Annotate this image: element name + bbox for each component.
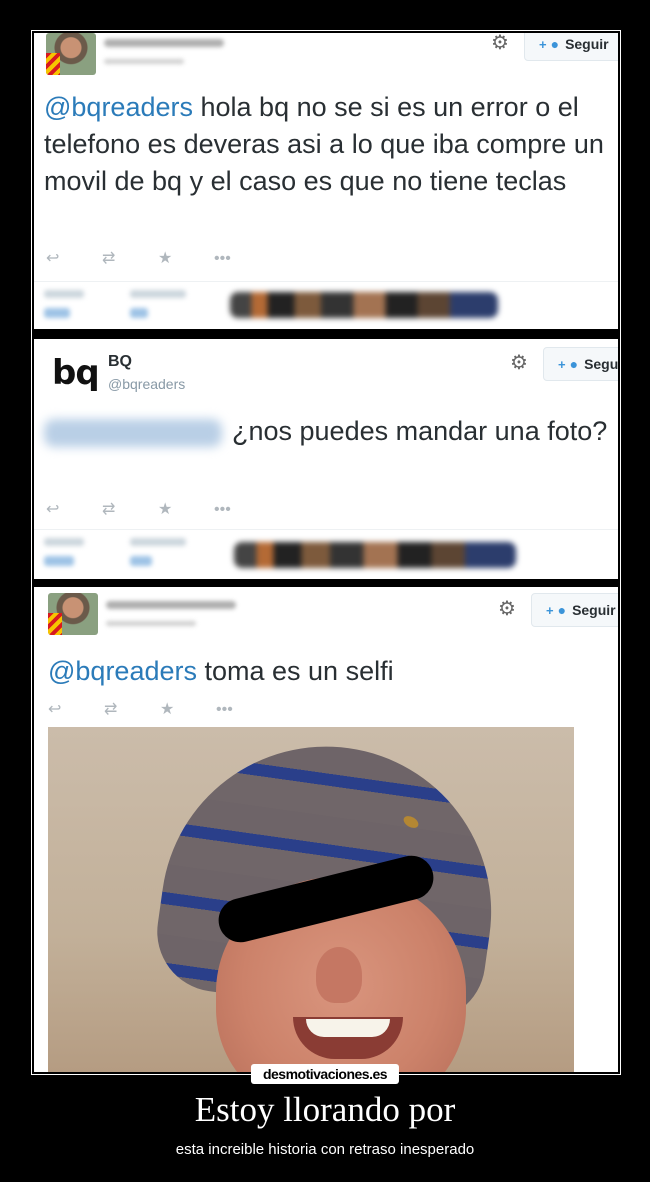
retweet-icon[interactable]: ⇄ <box>102 499 158 519</box>
user-handle[interactable]: @bqreaders <box>108 376 185 392</box>
follow-label: Seguir <box>572 602 616 618</box>
favorite-icon[interactable]: ★ <box>158 248 214 268</box>
user-name[interactable]: BQ <box>108 353 132 371</box>
flag-icon <box>48 613 62 635</box>
blurred-favoriters-avatars <box>234 542 516 568</box>
favorite-icon[interactable]: ★ <box>158 499 214 519</box>
follow-icon: + <box>539 37 547 52</box>
reply-icon[interactable]: ↩ <box>46 248 102 268</box>
tweet-text: @bqreaders hola bq no se si es un error … <box>44 89 612 200</box>
blurred-retweets-label <box>44 290 84 298</box>
blurred-user-name <box>104 39 224 47</box>
bq-logo[interactable]: bq <box>52 353 100 393</box>
follow-button[interactable]: + ● Seguir <box>531 593 618 627</box>
tweet-stats <box>34 281 618 329</box>
follow-label: Segu <box>584 356 618 372</box>
more-icon[interactable]: ••• <box>214 250 270 268</box>
follow-icon: + <box>546 603 554 618</box>
site-logo[interactable]: desmotivaciones.es <box>250 1064 400 1084</box>
flag-icon <box>46 53 60 75</box>
tweet-3: ⚙ + ● Seguir @bqreaders toma es un selfi ↩… <box>34 587 618 1072</box>
tweet-body: toma es un selfi <box>197 656 394 686</box>
tweet-text: ¿nos puedes mandar una foto? <box>44 413 612 450</box>
favorite-icon[interactable]: ★ <box>160 699 216 719</box>
tweet-actions: ↩ ⇄ ★ ••• <box>48 699 272 719</box>
person-icon: ● <box>569 356 579 372</box>
follow-icon: + <box>558 357 566 372</box>
tweet-1: ⚙ + ● Seguir @bqreaders hola bq no se si e… <box>34 33 618 329</box>
gear-icon[interactable]: ⚙ <box>491 33 509 53</box>
user-avatar[interactable] <box>48 593 98 635</box>
follow-label: Seguir <box>565 36 609 52</box>
follow-button[interactable]: + ● Seguir <box>524 33 618 61</box>
selfie-photo[interactable] <box>48 727 574 1072</box>
tweet-actions: ↩ ⇄ ★ ••• <box>46 248 270 268</box>
blurred-user-name <box>106 601 236 609</box>
user-avatar[interactable] <box>46 33 96 75</box>
mention-link[interactable]: @bqreaders <box>44 92 193 122</box>
teeth <box>306 1019 390 1037</box>
more-icon[interactable]: ••• <box>214 501 270 519</box>
blurred-favorites-count <box>130 556 152 566</box>
blurred-favorites-label <box>130 290 186 298</box>
follow-button[interactable]: + ● Segu <box>543 347 618 381</box>
poster-subtitle: esta increible historia con retraso ines… <box>175 1141 475 1158</box>
gear-icon[interactable]: ⚙ <box>510 353 528 373</box>
nose <box>316 947 362 1003</box>
image-frame: ⚙ + ● Seguir @bqreaders hola bq no se si e… <box>31 30 621 1075</box>
person-icon: ● <box>550 36 560 52</box>
blurred-user-handle <box>106 621 196 626</box>
retweet-icon[interactable]: ⇄ <box>104 699 160 719</box>
tweet-text: @bqreaders toma es un selfi <box>48 653 612 690</box>
reply-icon[interactable]: ↩ <box>46 499 102 519</box>
blurred-favoriters-avatars <box>230 292 498 318</box>
tweet-body: ¿nos puedes mandar una foto? <box>232 416 608 446</box>
blurred-retweets-label <box>44 538 84 546</box>
tweet-actions: ↩ ⇄ ★ ••• <box>46 499 270 519</box>
blurred-retweets-count <box>44 308 70 318</box>
blurred-reply-mention <box>44 418 222 447</box>
tweet-stats <box>34 529 618 578</box>
reply-icon[interactable]: ↩ <box>48 699 104 719</box>
mention-link[interactable]: @bqreaders <box>48 656 197 686</box>
person-icon: ● <box>557 602 567 618</box>
more-icon[interactable]: ••• <box>216 701 272 719</box>
blurred-user-handle <box>104 59 184 64</box>
poster-title: Estoy llorando por <box>194 1090 456 1129</box>
blurred-favorites-label <box>130 538 186 546</box>
blurred-favorites-count <box>130 308 148 318</box>
retweet-icon[interactable]: ⇄ <box>102 248 158 268</box>
blurred-retweets-count <box>44 556 74 566</box>
gear-icon[interactable]: ⚙ <box>498 599 516 619</box>
tweet-2: bq BQ @bqreaders ⚙ + ● Segu ¿nos puedes ma… <box>34 339 618 579</box>
